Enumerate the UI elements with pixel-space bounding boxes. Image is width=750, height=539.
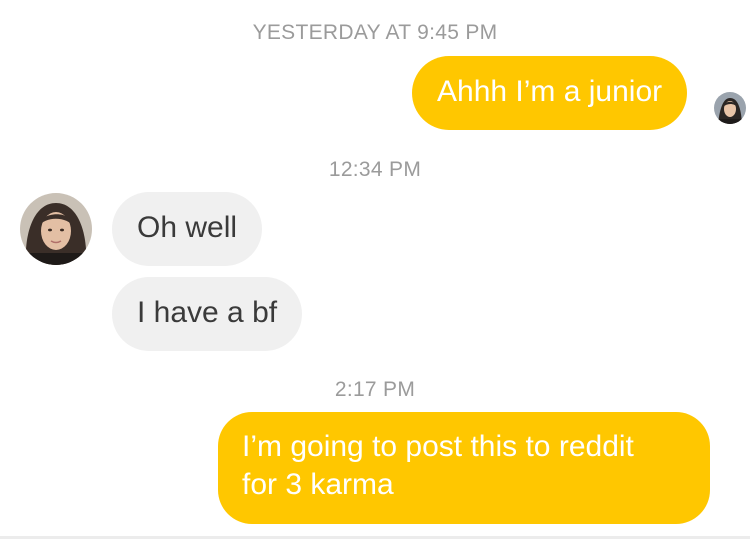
match-avatar[interactable] <box>20 193 92 265</box>
timestamp-latest: 2:17 PM <box>334 378 416 401</box>
timestamp-afternoon: 12:34 PM <box>328 158 422 181</box>
message-text-line: I’m going to post this to reddit <box>242 430 634 463</box>
message-text: Ahhh I’m a junior <box>437 75 663 108</box>
message-text: Oh well <box>137 211 238 244</box>
user-avatar-icon <box>714 92 746 124</box>
timestamp-yesterday: YESTERDAY AT 9:45 PM <box>252 21 498 44</box>
received-message-bubble[interactable]: Oh well <box>112 192 263 266</box>
sent-message-bubble[interactable]: Ahhh I’m a junior <box>412 56 688 130</box>
message-text: I have a bf <box>137 296 278 329</box>
match-avatar-icon <box>20 193 92 265</box>
sent-message-bubble[interactable]: I’m going to post this to reddit for 3 k… <box>218 412 710 524</box>
user-avatar[interactable] <box>714 92 746 124</box>
message-text-line: for 3 karma <box>242 468 394 501</box>
received-message-bubble[interactable]: I have a bf <box>112 277 303 351</box>
